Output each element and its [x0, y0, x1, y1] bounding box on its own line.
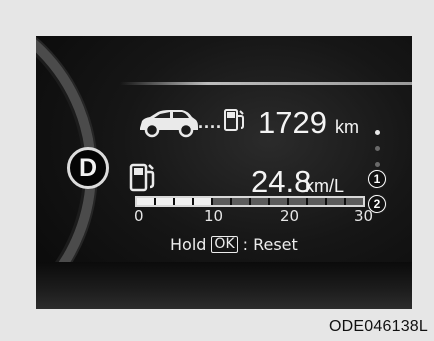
reset-hint: Hold OK : Reset [170, 235, 298, 254]
cluster-display: D .... 1729 km 24.8 km/L 1 2 0 10 20 30 … [36, 36, 412, 309]
range-dots: .... [198, 112, 223, 132]
fuel-economy-unit: km/L [305, 176, 345, 196]
car-icon [140, 110, 198, 138]
bar-segment [327, 198, 346, 205]
top-divider-line [120, 82, 412, 85]
page-dot-active [375, 130, 380, 135]
fuel-economy-bar [135, 196, 365, 207]
gear-indicator: D [67, 147, 109, 189]
bar-segment [194, 198, 213, 205]
bar-segment [346, 198, 363, 205]
gear-letter: D [78, 153, 98, 182]
range-value: 1729 [258, 105, 327, 140]
page-dot [375, 146, 380, 151]
fuel-pump-icon [129, 163, 155, 192]
bar-segment [308, 198, 327, 205]
range-unit: km [335, 117, 359, 137]
scale-tick: 0 [134, 207, 144, 225]
fuel-pump-icon [224, 109, 244, 131]
scale-tick: 20 [280, 207, 300, 225]
scale-tick: 30 [354, 207, 374, 225]
bar-segment [289, 198, 308, 205]
bottom-band [36, 262, 412, 309]
page-dot [375, 162, 380, 167]
ok-button-glyph: OK [211, 236, 238, 253]
bar-segment [175, 198, 194, 205]
callout-number: 1 [369, 171, 385, 187]
callout-1: 1 [367, 169, 387, 189]
scale-tick: 10 [204, 207, 224, 225]
bar-segment [251, 198, 270, 205]
bar-segment [270, 198, 289, 205]
reset-hint-prefix: Hold [170, 235, 207, 254]
bar-segment [213, 198, 232, 205]
image-code: ODE046138L [329, 318, 428, 335]
bar-segment [232, 198, 251, 205]
bar-segment [137, 198, 156, 205]
reset-hint-suffix: : Reset [242, 235, 298, 254]
fuel-economy-value: 24.8 [251, 164, 312, 199]
bar-segment [156, 198, 175, 205]
